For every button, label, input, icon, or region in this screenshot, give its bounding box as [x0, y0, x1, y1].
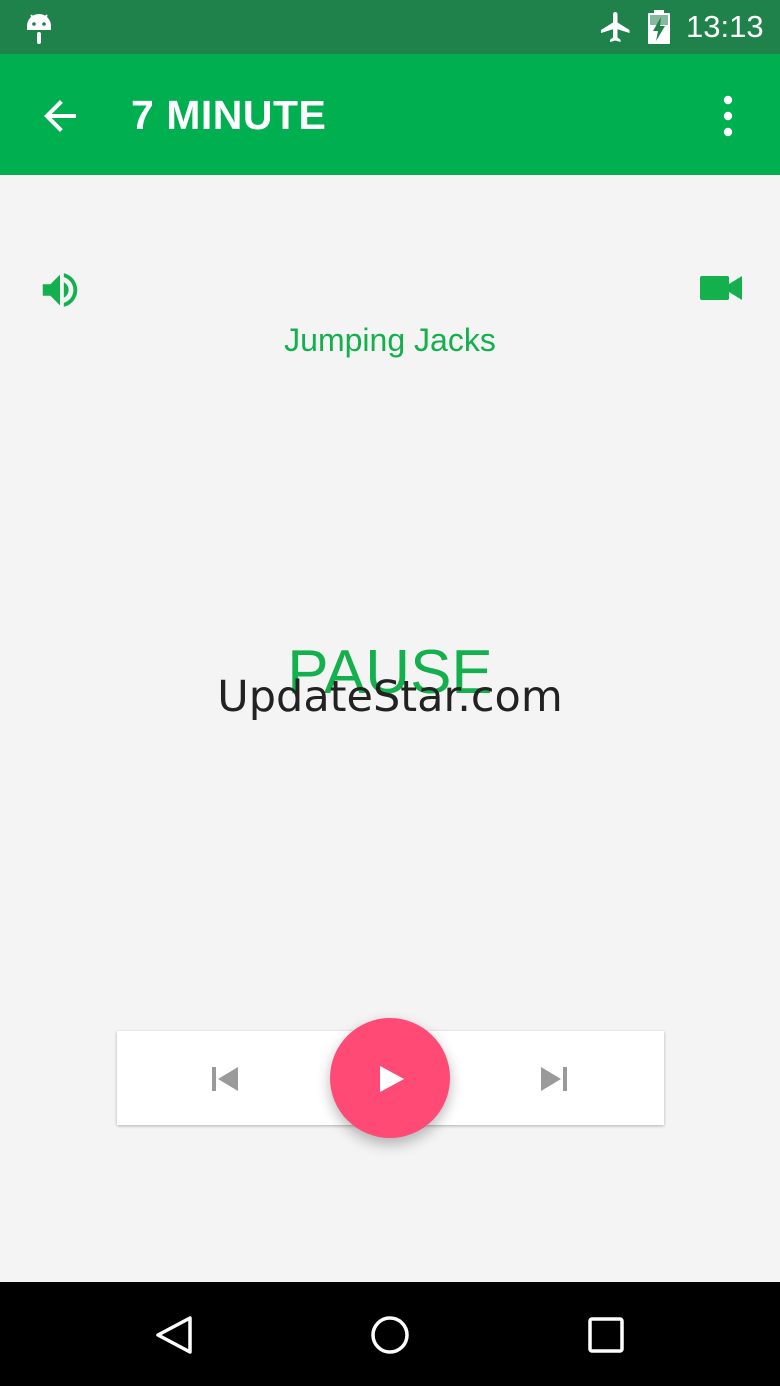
play-icon [380, 1066, 404, 1092]
android-icon [27, 14, 51, 44]
exercise-name: Jumping Jacks [284, 322, 496, 358]
system-nav-bar [0, 1282, 780, 1386]
status-time: 13:13 [686, 9, 764, 44]
battery-charging-icon [648, 10, 670, 44]
skip-next-icon[interactable] [538, 1064, 570, 1094]
status-bar: 13:13 [0, 0, 780, 54]
more-vert-icon[interactable] [712, 94, 744, 138]
arrow-left-icon[interactable] [36, 92, 84, 140]
play-button[interactable] [330, 1018, 450, 1138]
nav-back-icon[interactable] [152, 1313, 196, 1357]
airplane-mode-icon [601, 12, 630, 42]
watermark: UpdateStar.com [217, 672, 563, 722]
nav-home-icon[interactable] [368, 1313, 412, 1357]
app-bar: 7 MINUTE [0, 54, 780, 175]
videocam-icon[interactable] [698, 270, 744, 306]
skip-previous-icon[interactable] [209, 1064, 241, 1094]
page-title: 7 MINUTE [131, 92, 327, 138]
nav-recents-icon[interactable] [584, 1313, 628, 1357]
volume-up-icon[interactable] [37, 267, 83, 313]
